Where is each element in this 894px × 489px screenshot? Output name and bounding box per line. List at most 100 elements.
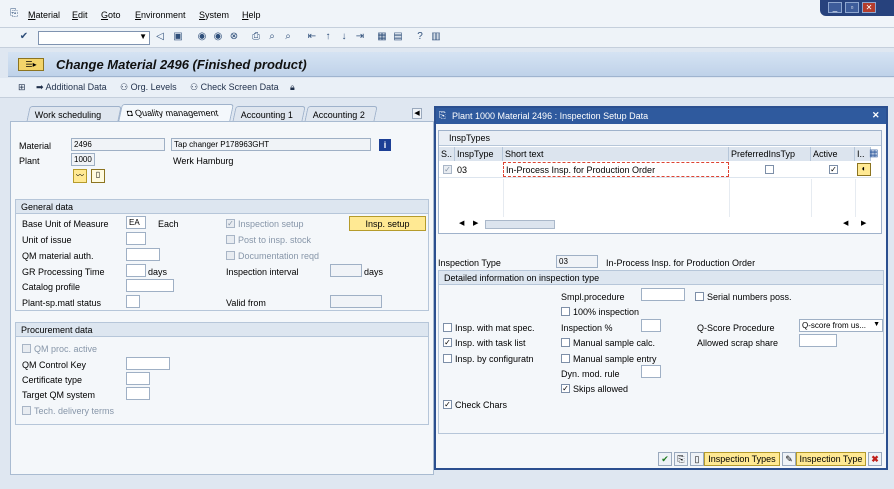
certificate-type-field[interactable]	[126, 372, 150, 385]
menu-goto[interactable]: Goto	[101, 10, 121, 20]
tab-accounting-1[interactable]: Accounting 1	[232, 106, 306, 122]
chart-icon[interactable]: 〰	[73, 169, 87, 183]
cancel-icon[interactable]: ⊗	[228, 31, 240, 43]
menu-material[interactable]: Material	[28, 10, 60, 20]
scroll-thumb[interactable]	[485, 220, 555, 229]
check-chars-checkbox[interactable]: ✓	[443, 400, 452, 409]
row-active-checkbox[interactable]: ✓	[829, 165, 838, 174]
menu-edit[interactable]: Edit	[72, 10, 88, 20]
column-header-select[interactable]: S..	[439, 147, 455, 161]
edit-icon[interactable]: ✎	[782, 452, 796, 466]
command-field[interactable]: ▼	[38, 31, 150, 45]
column-header-short-text[interactable]: Short text	[503, 147, 729, 161]
chevron-down-icon[interactable]: ▼	[139, 32, 147, 41]
prev-page-icon[interactable]: ↑	[322, 31, 334, 43]
org-levels-button[interactable]: ⚇ Org. Levels	[120, 82, 177, 93]
column-header-active[interactable]: Active	[811, 147, 855, 161]
manual-sample-entry-checkbox[interactable]	[561, 354, 570, 363]
print-icon[interactable]: ⎙	[250, 31, 262, 43]
last-page-icon[interactable]: ⇥	[354, 31, 366, 43]
back-icon[interactable]: ◉	[196, 31, 208, 43]
hundred-pct-label: 100% inspection	[573, 307, 640, 317]
scroll-left-icon[interactable]: ◀	[459, 219, 464, 227]
insp-mat-spec-checkbox[interactable]	[443, 323, 452, 332]
dyn-mod-rule-field[interactable]	[641, 365, 661, 378]
column-header-insptype[interactable]: InspType	[455, 147, 503, 161]
find-next-icon[interactable]: ⌕	[282, 31, 294, 43]
menu-help[interactable]: Help	[242, 10, 261, 20]
find-icon[interactable]: ⌕	[266, 31, 278, 43]
shortcut-icon[interactable]: ▤	[392, 31, 404, 43]
menu-environment[interactable]: Environment	[135, 10, 186, 20]
chevron-down-icon[interactable]: ▼	[873, 321, 880, 328]
certificate-type-label: Certificate type	[22, 375, 83, 385]
insp-config-checkbox[interactable]	[443, 354, 452, 363]
maximize-icon[interactable]: ▫	[845, 2, 859, 13]
smpl-procedure-field[interactable]	[641, 288, 685, 301]
hundred-pct-checkbox[interactable]	[561, 307, 570, 316]
document-icon[interactable]: ▯	[91, 169, 105, 183]
inspection-types-button[interactable]: Inspection Types	[704, 452, 780, 466]
additional-data-button[interactable]: ➡ Additional Data	[36, 82, 107, 93]
tab-quality-management[interactable]: ◘ Quality management	[118, 104, 234, 122]
table-settings-icon[interactable]: ▦	[869, 148, 878, 159]
tech-delivery-checkbox	[22, 406, 31, 415]
row-detail-icon[interactable]: ◐	[857, 163, 871, 176]
allowed-scrap-field[interactable]	[799, 334, 837, 347]
copy-icon[interactable]: ⎘	[674, 452, 688, 466]
gr-time-field[interactable]	[126, 264, 146, 277]
column-header-preferred[interactable]: PreferredInsTyp	[729, 147, 811, 161]
table-title: InspTypes	[439, 131, 881, 146]
collapse-icon[interactable]: ◁	[154, 31, 166, 43]
next-page-icon[interactable]: ↓	[338, 31, 350, 43]
menu-system[interactable]: System	[199, 10, 229, 20]
insp-pct-field[interactable]	[641, 319, 661, 332]
horizontal-scrollbar[interactable]: ◀ ▶ ◀ ▶	[457, 219, 877, 231]
qscore-select[interactable]: Q-score from us... ▼	[799, 319, 883, 332]
org-structure-icon[interactable]: ⊞	[18, 82, 26, 93]
scroll-left-icon-right[interactable]: ◀	[843, 219, 848, 227]
serial-numbers-checkbox[interactable]	[695, 292, 704, 301]
tab-work-scheduling[interactable]: Work scheduling	[26, 106, 122, 122]
close-icon[interactable]: ✕	[862, 2, 876, 13]
window-menu-icon[interactable]: ⎘	[10, 8, 18, 19]
help-icon[interactable]: ?	[414, 31, 426, 43]
new-session-icon[interactable]: ▦	[376, 31, 388, 43]
info-icon[interactable]: i	[379, 139, 391, 151]
scroll-right-icon[interactable]: ▶	[473, 219, 478, 227]
insp-setup-button[interactable]: Insp. setup	[349, 216, 426, 231]
tab-accounting-2[interactable]: Accounting 2	[304, 106, 378, 122]
inspection-type-button[interactable]: Inspection Type	[796, 452, 866, 466]
save-icon[interactable]: ▣	[172, 31, 184, 43]
unit-issue-field[interactable]	[126, 232, 146, 245]
row-select-checkbox[interactable]: ✓	[443, 165, 452, 174]
insp-task-list-checkbox[interactable]: ✓	[443, 338, 452, 347]
lock-icon[interactable]: 🔒︎	[290, 82, 295, 93]
scroll-right-icon-right[interactable]: ▶	[861, 219, 866, 227]
skips-allowed-checkbox[interactable]: ✓	[561, 384, 570, 393]
exit-icon[interactable]: ◉	[212, 31, 224, 43]
plant-status-field[interactable]	[126, 295, 140, 308]
qm-control-key-field[interactable]	[126, 357, 170, 370]
confirm-icon[interactable]: ✔	[658, 452, 672, 466]
check-screen-data-button[interactable]: ⚇ Check Screen Data	[190, 82, 279, 93]
manual-sample-calc-checkbox[interactable]	[561, 338, 570, 347]
row-preferred-checkbox[interactable]	[765, 165, 774, 174]
target-qm-system-field[interactable]	[126, 387, 150, 400]
base-uom-field[interactable]: EA	[126, 216, 146, 229]
layout-menu-icon[interactable]: ▥	[430, 31, 442, 43]
catalog-field[interactable]	[126, 279, 174, 292]
table-row[interactable]: ✓ 03 In-Process Insp. for Production Ord…	[439, 162, 881, 178]
material-field: 2496	[71, 138, 165, 151]
plant-name: Werk Hamburg	[173, 156, 234, 166]
menu-icon[interactable]: ☰▸	[18, 58, 44, 71]
close-icon[interactable]: ✕	[872, 110, 880, 121]
enter-icon[interactable]: ✔	[18, 31, 30, 43]
row-short-text[interactable]: In-Process Insp. for Production Order	[503, 162, 729, 177]
new-entries-icon[interactable]: ▯	[690, 452, 704, 466]
minimize-icon[interactable]: _	[828, 2, 842, 13]
qm-auth-field[interactable]	[126, 248, 160, 261]
first-page-icon[interactable]: ⇤	[306, 31, 318, 43]
tab-scroll-left-icon[interactable]: ◀	[412, 108, 422, 119]
cancel-icon[interactable]: ✖	[868, 452, 882, 466]
